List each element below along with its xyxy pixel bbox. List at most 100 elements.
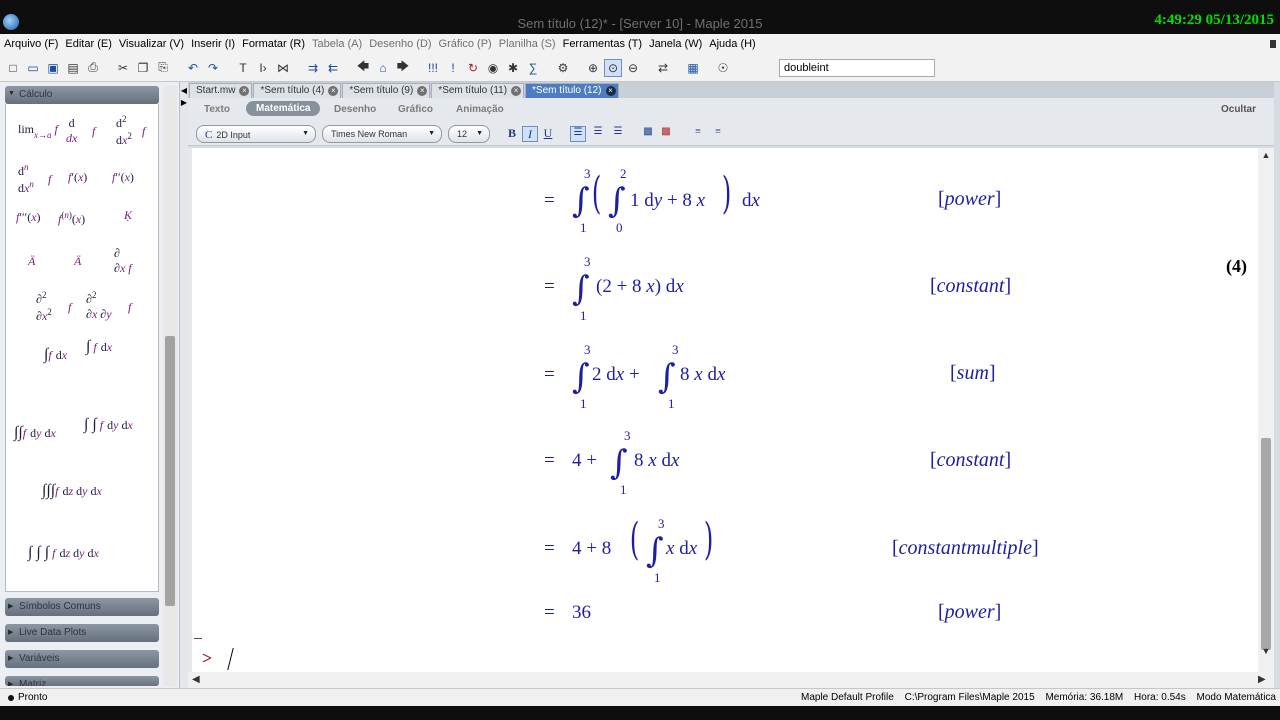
align-left-icon[interactable]: ☰ xyxy=(570,126,586,142)
underline-button[interactable]: U xyxy=(540,126,556,142)
back-icon[interactable]: 🡄 xyxy=(354,59,372,77)
palette-f-triple-prime[interactable]: f′′′(x) xyxy=(16,210,41,225)
forward-icon[interactable]: 🡆 xyxy=(394,59,412,77)
palette-section-variaveis[interactable]: Variáveis xyxy=(5,650,159,668)
open-folder-icon[interactable]: ▭ xyxy=(24,59,42,77)
palette-ddot-a[interactable]: Ä xyxy=(28,254,35,269)
zoom-fit-icon[interactable]: ⊙ xyxy=(604,58,622,77)
undo-icon[interactable]: ↶ xyxy=(184,59,202,77)
close-icon[interactable]: × xyxy=(417,86,428,96)
menu-formatar[interactable]: Formatar (R) xyxy=(242,38,305,50)
collapse-left-icon[interactable]: ◀ xyxy=(180,86,188,95)
menu-ajuda[interactable]: Ajuda (H) xyxy=(709,38,755,50)
highlight-color-icon[interactable]: ▩ xyxy=(658,126,674,142)
scroll-right-icon[interactable]: ▶ xyxy=(1258,674,1266,685)
palette-scrollbar[interactable] xyxy=(163,86,177,686)
numbered-list-icon[interactable]: ≡ xyxy=(710,126,726,142)
input-prompt[interactable]: > xyxy=(202,648,212,669)
mode-desenho[interactable]: Desenho xyxy=(334,104,376,115)
palette-f-double-prime[interactable]: f′′(x) xyxy=(112,170,134,185)
restart-icon[interactable]: ↻ xyxy=(464,59,482,77)
palette-section-matriz[interactable]: Matriz xyxy=(5,676,159,686)
mode-animacao[interactable]: Animação xyxy=(456,104,504,115)
palette-definite-double-integral[interactable]: ∫ ∫ f dy dx xyxy=(84,416,133,434)
bullet-list-icon[interactable]: ≡ xyxy=(690,126,706,142)
mode-texto[interactable]: Texto xyxy=(204,104,230,115)
tutor-icon[interactable]: ▦ xyxy=(684,59,702,77)
tab-start[interactable]: Start.mw × xyxy=(189,83,253,98)
palette-triple-integral[interactable]: ∫∫∫f dz dy dx xyxy=(42,482,102,500)
menu-visualizar[interactable]: Visualizar (V) xyxy=(119,38,184,50)
palette-f-prime[interactable]: f′(x) xyxy=(68,170,87,185)
menu-janela[interactable]: Janela (W) xyxy=(649,38,702,50)
execute-all-icon[interactable]: !!! xyxy=(424,59,442,77)
palette-f-nth[interactable]: f(n)(x) xyxy=(58,210,85,227)
save-icon[interactable]: ▣ xyxy=(44,59,62,77)
window-restore-icon[interactable] xyxy=(1270,40,1276,48)
execution-group-icon[interactable]: ⋈ xyxy=(274,59,292,77)
help-search-input[interactable] xyxy=(779,59,935,77)
scroll-up-icon[interactable]: ▲ xyxy=(1258,150,1274,160)
palette-mixed-partial[interactable]: ∂2 ∂x ∂y xyxy=(86,290,112,322)
palette-section-live-data-plots[interactable]: Live Data Plots xyxy=(5,624,159,642)
home-icon[interactable]: ⌂ xyxy=(374,59,392,77)
panel-splitter[interactable]: ◀ ▶ xyxy=(180,82,188,688)
new-document-icon[interactable]: □ xyxy=(4,59,22,77)
scroll-thumb[interactable] xyxy=(1261,438,1271,650)
zoom-out-icon[interactable]: ⊖ xyxy=(624,59,642,77)
indent-icon[interactable]: ⇉ xyxy=(304,59,322,77)
palette-section-simbolos-comuns[interactable]: Símbolos Comuns xyxy=(5,598,159,616)
palette-dot-a[interactable]: Ḳ xyxy=(124,208,132,223)
palette-indefinite-integral[interactable]: ∫f dx xyxy=(44,346,67,364)
italic-button[interactable]: I xyxy=(522,126,538,142)
scroll-down-icon[interactable]: ▼ xyxy=(1258,646,1274,656)
palette-double-integral[interactable]: ∫∫f dy dx xyxy=(14,424,56,442)
font-size-select[interactable]: 12 xyxy=(448,125,490,143)
execution-group-bracket[interactable] xyxy=(194,638,202,639)
font-select[interactable]: Times New Roman xyxy=(322,125,442,143)
debug-icon[interactable]: ✱ xyxy=(504,59,522,77)
collapse-right-icon[interactable]: ▶ xyxy=(180,98,188,107)
menu-editar[interactable]: Editar (E) xyxy=(65,38,111,50)
input-mode-select[interactable]: C 2D Input xyxy=(196,125,316,143)
bold-button[interactable]: B xyxy=(504,126,520,142)
settings-gear-icon[interactable]: ⚙ xyxy=(554,59,572,77)
close-icon[interactable]: × xyxy=(328,86,339,96)
align-right-icon[interactable]: ☰ xyxy=(610,126,626,142)
align-center-icon[interactable]: ☰ xyxy=(590,126,606,142)
copy-icon[interactable]: ❐ xyxy=(134,59,152,77)
worksheet[interactable]: = ∫ 3 1 ( ∫ 2 0 1 dy + 8 x ) dx [power] … xyxy=(192,148,1258,672)
zoom-in-icon[interactable]: ⊕ xyxy=(584,59,602,77)
horizontal-scrollbar[interactable]: ◀ ▶ xyxy=(188,672,1274,688)
text-color-icon[interactable]: ▩ xyxy=(640,126,656,142)
palette-limit[interactable]: limx→a f xyxy=(18,122,58,140)
switch-icon[interactable]: ⇄ xyxy=(654,59,672,77)
execute-icon[interactable]: ! xyxy=(444,59,462,77)
stop-icon[interactable]: ◉ xyxy=(484,59,502,77)
menu-inserir[interactable]: Inserir (I) xyxy=(191,38,235,50)
text-mode-icon[interactable]: T xyxy=(234,59,252,77)
palette-section-calculo[interactable]: Cálculo xyxy=(5,86,159,104)
mode-grafico[interactable]: Gráfico xyxy=(398,104,433,115)
export-icon[interactable]: ▤ xyxy=(64,59,82,77)
tab-sem-titulo-4[interactable]: *Sem título (4) × xyxy=(253,83,342,98)
palette-scroll-thumb[interactable] xyxy=(165,336,175,606)
mode-matematica[interactable]: Matemática xyxy=(246,101,321,116)
redo-icon[interactable]: ↷ xyxy=(204,59,222,77)
palette-second-derivative[interactable]: d2 dx2 xyxy=(116,114,132,148)
palette-nth-derivative[interactable]: dn dxn xyxy=(18,162,34,196)
document-scrollbar[interactable]: ▲ ▼ xyxy=(1258,148,1274,672)
close-icon[interactable]: × xyxy=(605,86,616,96)
menu-grafico[interactable]: Gráfico (P) xyxy=(439,38,492,50)
palette-second-partial[interactable]: ∂2 ∂x2 xyxy=(36,290,52,324)
math-mode-icon[interactable]: ∑ xyxy=(524,59,542,77)
menu-ferramentas[interactable]: Ferramentas (T) xyxy=(563,38,642,50)
cut-icon[interactable]: ✂ xyxy=(114,59,132,77)
hide-button[interactable]: Ocultar xyxy=(1221,104,1256,115)
menu-planilha[interactable]: Planilha (S) xyxy=(499,38,556,50)
palette-partial[interactable]: ∂ ∂x f xyxy=(114,246,132,276)
tab-sem-titulo-9[interactable]: *Sem título (9) × xyxy=(342,83,431,98)
menu-tabela[interactable]: Tabela (A) xyxy=(312,38,362,50)
palette-definite-integral[interactable]: ∫ f dx xyxy=(86,338,112,356)
close-icon[interactable]: × xyxy=(239,86,250,96)
